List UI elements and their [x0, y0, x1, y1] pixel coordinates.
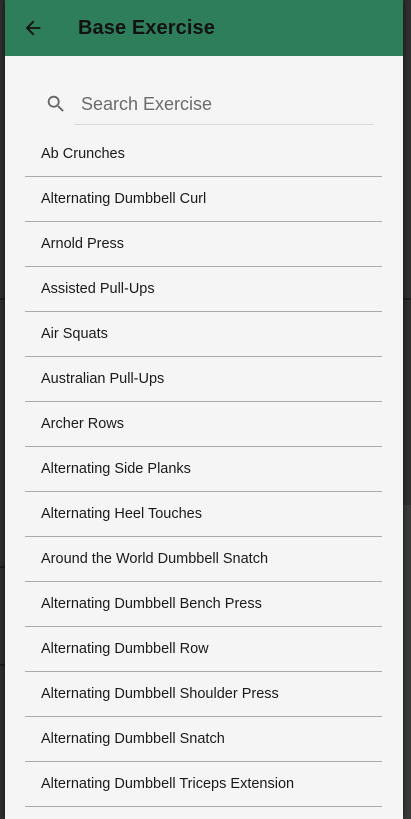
exercise-list-item[interactable]: Ab Crunches — [25, 132, 382, 177]
exercise-list-item[interactable]: Assisted Pull-Ups — [25, 267, 382, 312]
exercise-list-item[interactable]: Alternating Dumbbell Bench Press — [25, 582, 382, 627]
search-underline — [74, 124, 374, 125]
exercise-list-item[interactable]: Alternating Side Planks — [25, 447, 382, 492]
app-bar: Base Exercise — [5, 0, 403, 56]
exercise-list-item[interactable]: Alternating Heel Touches — [25, 492, 382, 537]
search-bar — [45, 84, 375, 124]
exercise-list-item[interactable]: Arnold Press — [25, 222, 382, 267]
search-icon — [47, 95, 64, 112]
exercise-list-item[interactable]: Alternating Dumbbell Curl — [25, 177, 382, 222]
exercise-list-item[interactable]: Alternating Dumbbell Shoulder Press — [25, 672, 382, 717]
exercise-list-item[interactable]: Air Squats — [25, 312, 382, 357]
exercise-list-item[interactable]: Alternating Dumbbell Triceps Extension — [25, 762, 382, 807]
arrow-back-icon — [25, 20, 41, 36]
exercise-list-item[interactable]: Alternating Dumbbell Snatch — [25, 717, 382, 762]
page-title: Base Exercise — [78, 17, 215, 39]
back-button[interactable] — [19, 14, 47, 42]
search-input[interactable] — [81, 93, 371, 115]
background-panel — [402, 505, 411, 819]
exercise-list-item[interactable]: Around the World Dumbbell Snatch — [25, 537, 382, 582]
exercise-list-item[interactable]: Alternating Dumbbell Row — [25, 627, 382, 672]
exercise-list-item[interactable]: Archer Rows — [25, 402, 382, 447]
exercise-list-item[interactable]: Australian Pull-Ups — [25, 357, 382, 402]
base-exercise-dialog: Base Exercise Ab CrunchesAlternating Dum… — [5, 0, 403, 819]
exercise-list: Ab Crunches Alternating Dumbbell Curl Arno… — [25, 132, 382, 807]
